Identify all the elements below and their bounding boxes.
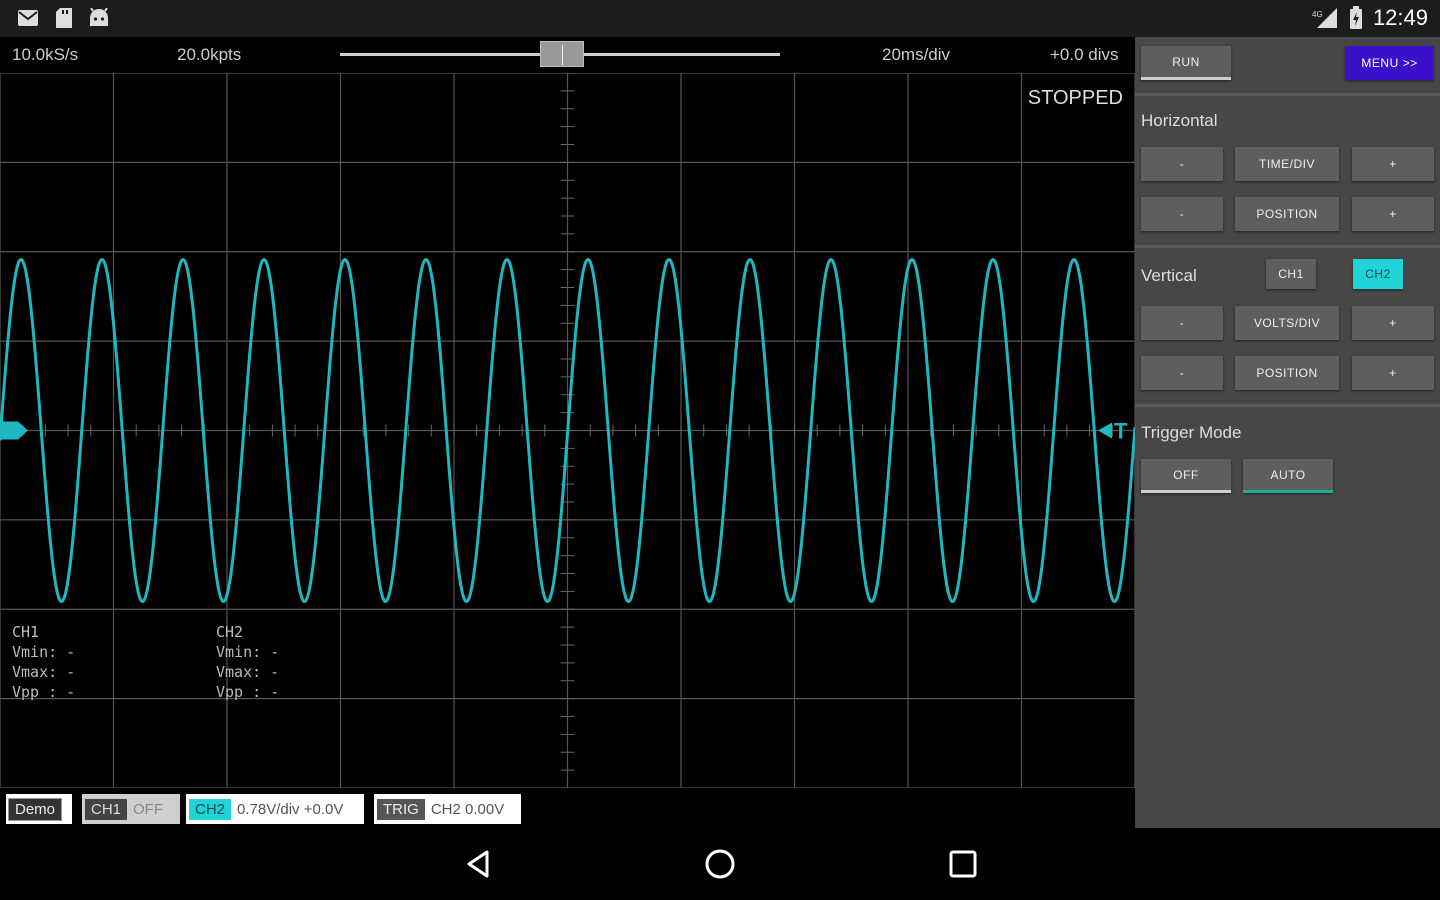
time-div-label-button[interactable]: TIME/DIV: [1235, 147, 1339, 181]
divider: [1135, 404, 1440, 407]
trigger-level-label: T: [1114, 419, 1128, 444]
ch1-vmin: Vmin: -: [12, 643, 76, 661]
trigger-status[interactable]: TRIG CH2 0.00V: [374, 794, 521, 824]
h-position-label-button[interactable]: POSITION: [1235, 197, 1339, 231]
clock: 12:49: [1372, 5, 1428, 30]
h-position-plus-button[interactable]: +: [1352, 197, 1434, 231]
ch2-status-label: CH2: [189, 798, 232, 820]
android-icon: [88, 7, 110, 29]
ch1-vmax: Vmax: -: [12, 663, 76, 681]
svg-text:4G: 4G: [1312, 10, 1323, 19]
ch1-measurements: CH1 Vmin: - Vmax: - Vpp : -: [12, 622, 75, 702]
divider: [1135, 245, 1440, 248]
volts-div-minus-button[interactable]: -: [1141, 306, 1223, 340]
time-div-readout: 20ms/div: [882, 45, 951, 64]
volts-div-label-button[interactable]: VOLTS/DIV: [1235, 306, 1339, 340]
home-icon[interactable]: [702, 846, 738, 882]
h-position-minus-button[interactable]: -: [1141, 197, 1223, 231]
divider: [1135, 93, 1440, 96]
ch1-select-button[interactable]: CH1: [1266, 259, 1316, 289]
time-div-plus-button[interactable]: +: [1352, 147, 1434, 181]
scope-graticule: T: [0, 73, 1135, 788]
ch1-status-value: OFF: [133, 800, 164, 818]
ch2-status-value: 0.78V/div +0.0V: [237, 800, 344, 818]
horizontal-position-readout: +0.0 divs: [1050, 45, 1119, 64]
demo-badge: Demo: [6, 794, 72, 824]
volts-div-plus-button[interactable]: +: [1352, 306, 1434, 340]
ch2-measurements: CH2 Vmin: - Vmax: - Vpp : -: [216, 622, 279, 702]
vertical-section-title: Vertical: [1141, 266, 1197, 285]
trigger-level-marker: [1098, 422, 1112, 439]
ch2-offset-marker: [0, 421, 28, 440]
menu-button[interactable]: MENU >>: [1345, 46, 1434, 80]
trigger-mode-section-title: Trigger Mode: [1141, 423, 1242, 442]
ch2-vmax: Vmax: -: [216, 663, 280, 681]
navigation-bar: [0, 828, 1440, 900]
ch1-status-label: CH1: [85, 798, 128, 820]
v-position-minus-button[interactable]: -: [1141, 356, 1223, 390]
record-length: 20.0kpts: [177, 45, 242, 64]
ch2-select-button[interactable]: CH2: [1353, 259, 1403, 289]
trigger-status-value: CH2 0.00V: [430, 800, 505, 818]
sd-card-icon: [53, 7, 75, 29]
v-position-label-button[interactable]: POSITION: [1235, 356, 1339, 390]
trigger-auto-button[interactable]: AUTO: [1243, 459, 1333, 493]
ch1-vpp: Vpp : -: [12, 683, 76, 701]
control-panel: RUN MENU >> Horizontal - TIME/DIV + - PO…: [1135, 37, 1440, 828]
back-icon[interactable]: [460, 846, 496, 882]
ch2-status[interactable]: CH2 0.78V/div +0.0V: [186, 794, 364, 824]
recents-icon[interactable]: [945, 846, 981, 882]
run-button[interactable]: RUN: [1141, 46, 1231, 80]
demo-label: Demo: [8, 797, 63, 821]
ch2-vmin: Vmin: -: [216, 643, 280, 661]
trigger-off-button[interactable]: OFF: [1141, 459, 1231, 493]
ch2-meas-title: CH2: [216, 623, 244, 641]
channel-status-strip: Demo CH1 OFF CH2 0.78V/div +0.0V TRIG CH…: [0, 788, 1135, 830]
battery-icon: [1348, 6, 1364, 29]
time-div-minus-button[interactable]: -: [1141, 147, 1223, 181]
v-position-plus-button[interactable]: +: [1352, 356, 1434, 390]
signal-icon: 4G: [1310, 7, 1338, 29]
ch2-vpp: Vpp : -: [216, 683, 280, 701]
status-bar: 4G 12:49: [0, 0, 1440, 37]
waveform-position-thumb[interactable]: [540, 41, 584, 67]
ch1-meas-title: CH1: [12, 623, 40, 641]
sample-rate: 10.0kS/s: [12, 45, 79, 64]
horizontal-section-title: Horizontal: [1141, 111, 1218, 130]
mail-icon: [16, 7, 40, 29]
trigger-status-label: TRIG: [377, 798, 425, 820]
scope-display[interactable]: T STOPPED: [0, 73, 1135, 788]
acquisition-state: STOPPED: [1027, 87, 1123, 109]
ch1-status[interactable]: CH1 OFF: [82, 794, 180, 824]
